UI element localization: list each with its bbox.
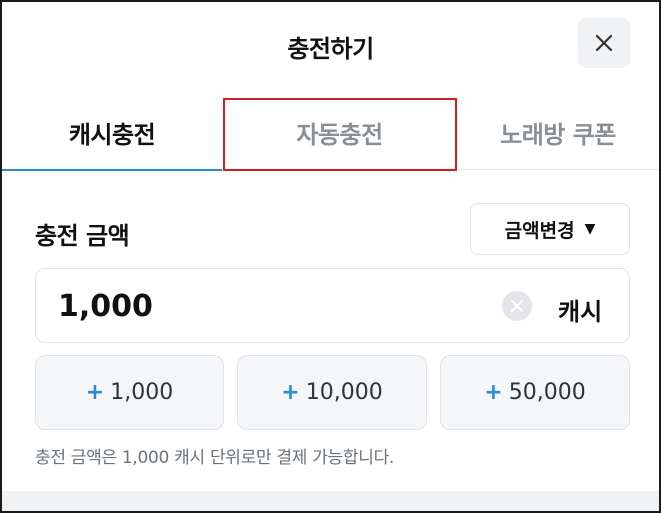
tab-auto-charge[interactable]: 자동충전 (222, 94, 457, 170)
amount-unit: 캐시 (558, 298, 603, 326)
charge-notice: 충전 금액은 1,000 캐시 단위로만 결제 가능합니다. (35, 448, 395, 468)
quick-add-50000-button[interactable]: + 50,000 (440, 355, 630, 430)
charge-dialog: 충전하기 캐시충전 자동충전 노래방 쿠폰 충전 금액 금액변경 ▼ 1,000… (0, 0, 661, 513)
quick-add-label: 10,000 (305, 380, 383, 405)
amount-value: 1,000 (58, 289, 153, 324)
tab-cash-charge[interactable]: 캐시충전 (2, 94, 222, 171)
plus-icon: + (85, 380, 105, 405)
close-icon (595, 34, 613, 52)
quick-add-label: 50,000 (508, 380, 586, 405)
bottom-divider (2, 491, 659, 511)
quick-add-label: 1,000 (110, 380, 174, 405)
close-button[interactable] (578, 18, 630, 68)
change-amount-label: 금액변경 (504, 219, 575, 242)
dialog-title: 충전하기 (287, 35, 374, 63)
tab-karaoke-coupon[interactable]: 노래방 쿠폰 (457, 94, 659, 170)
plus-icon: + (281, 380, 300, 405)
change-amount-button[interactable]: 금액변경 ▼ (470, 203, 630, 255)
amount-section-label: 충전 금액 (35, 222, 130, 250)
quick-add-10000-button[interactable]: + 10,000 (237, 355, 427, 430)
quick-add-1000-button[interactable]: + 1,000 (35, 355, 224, 430)
amount-input[interactable]: 1,000 캐시 (35, 268, 630, 343)
clear-icon[interactable] (502, 291, 532, 321)
plus-icon: + (484, 380, 503, 405)
caret-down-icon: ▼ (584, 221, 596, 237)
tab-bar: 캐시충전 자동충전 노래방 쿠폰 (2, 94, 659, 171)
